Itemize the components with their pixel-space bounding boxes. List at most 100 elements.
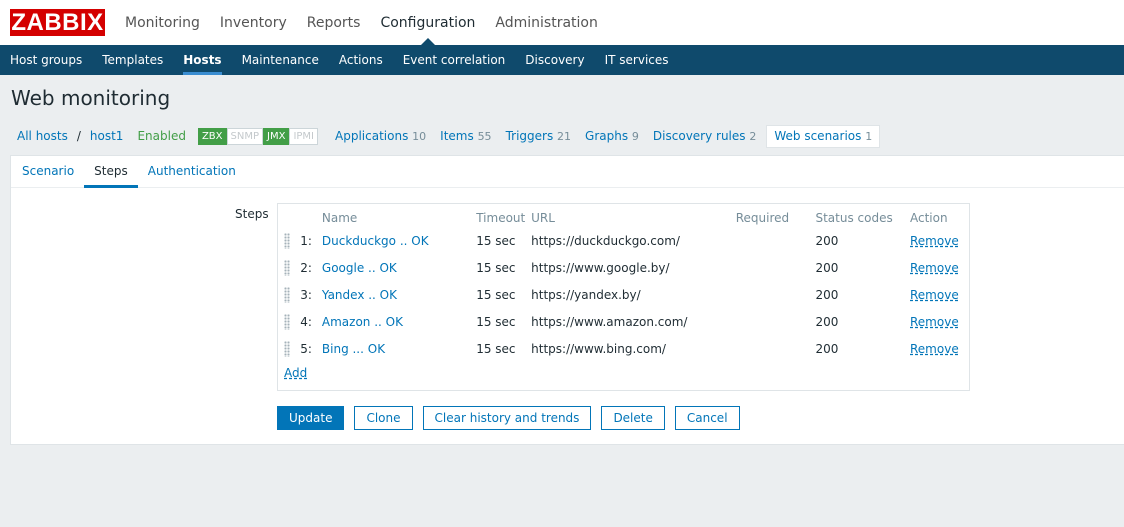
host-status[interactable]: Enabled: [130, 129, 198, 143]
remove-step-button[interactable]: Remove: [910, 234, 959, 248]
step-status-codes: 200: [815, 261, 839, 276]
steps-field-label: Steps: [235, 207, 269, 221]
top-bar: ZABBIX Monitoring Inventory Reports Conf…: [0, 0, 1124, 45]
step-status-codes: 200: [815, 314, 839, 329]
steps-header-row: Name Timeout URL Required Status codes A…: [278, 204, 969, 228]
step-required: [736, 228, 816, 255]
submenu-it-services[interactable]: IT services: [595, 45, 679, 75]
graphs-count: 9: [631, 129, 639, 143]
update-button[interactable]: Update: [277, 406, 345, 430]
discovery-rules-label: Discovery rules: [652, 128, 746, 143]
cancel-button[interactable]: Cancel: [674, 406, 740, 430]
step-required: [736, 255, 816, 282]
number-column-header: [296, 204, 322, 228]
drag-handle-icon[interactable]: [284, 233, 290, 250]
step-url: https://duckduckgo.com/: [531, 234, 680, 249]
step-url: https://www.google.by/: [531, 261, 670, 276]
delete-button[interactable]: Delete: [601, 406, 665, 430]
step-required: [736, 308, 816, 335]
status-codes-column-header: Status codes: [815, 210, 893, 225]
submenu-event-correlation[interactable]: Event correlation: [393, 45, 516, 75]
step-name-link[interactable]: Amazon .. OK: [322, 315, 403, 329]
host-link[interactable]: host1: [83, 125, 131, 147]
snmp-badge: SNMP: [226, 127, 264, 145]
drag-handle-icon[interactable]: [284, 313, 290, 330]
applications-label: Applications: [335, 128, 409, 143]
ipmi-badge: IPMI: [289, 127, 319, 145]
table-row: 1: Duckduckgo .. OK 15 sec https://duckd…: [278, 228, 969, 255]
drag-handle-icon[interactable]: [284, 340, 290, 357]
main-menu-monitoring[interactable]: Monitoring: [115, 0, 210, 45]
triggers-link[interactable]: Triggers 21: [499, 125, 578, 148]
tab-authentication[interactable]: Authentication: [138, 156, 246, 187]
submenu-host-groups[interactable]: Host groups: [0, 45, 92, 75]
table-row: 5: Bing ... OK 15 sec https://www.bing.c…: [278, 335, 969, 362]
web-scenarios-label: Web scenarios: [774, 128, 862, 143]
step-required: [736, 282, 816, 309]
steps-table-container: Name Timeout URL Required Status codes A…: [277, 203, 970, 391]
table-row: 2: Google .. OK 15 sec https://www.googl…: [278, 255, 969, 282]
zabbix-logo[interactable]: ZABBIX: [10, 9, 105, 36]
web-scenarios-link[interactable]: Web scenarios 1: [766, 124, 881, 148]
add-step-button[interactable]: Add: [284, 366, 307, 380]
jmx-badge: JMX: [263, 127, 290, 145]
step-name-link[interactable]: Bing ... OK: [322, 342, 385, 356]
all-hosts-link[interactable]: All hosts: [10, 125, 75, 147]
form-panel: Scenario Steps Authentication Steps Name…: [10, 155, 1124, 445]
step-number: 3:: [300, 287, 312, 302]
submenu-templates[interactable]: Templates: [92, 45, 173, 75]
main-menu-inventory[interactable]: Inventory: [210, 0, 297, 45]
discovery-rules-count: 2: [749, 129, 757, 143]
step-timeout: 15 sec: [476, 287, 516, 302]
web-scenarios-count: 1: [865, 129, 873, 143]
table-row: 3: Yandex .. OK 15 sec https://yandex.by…: [278, 282, 969, 309]
name-column-header: Name: [321, 210, 358, 225]
remove-step-button[interactable]: Remove: [910, 261, 959, 275]
page-title: Web monitoring: [11, 86, 171, 110]
submenu-discovery[interactable]: Discovery: [515, 45, 594, 75]
main-menu-reports[interactable]: Reports: [297, 0, 371, 45]
step-url: https://www.amazon.com/: [531, 314, 688, 329]
tab-steps[interactable]: Steps: [84, 156, 138, 188]
action-column-header: Action: [910, 210, 948, 225]
main-menu-administration[interactable]: Administration: [485, 0, 607, 45]
step-name-link[interactable]: Yandex .. OK: [322, 288, 397, 302]
drag-handle-icon[interactable]: [284, 286, 290, 303]
steps-table: Name Timeout URL Required Status codes A…: [278, 204, 969, 362]
remove-step-button[interactable]: Remove: [910, 342, 959, 356]
drag-handle-icon[interactable]: [284, 260, 290, 277]
drag-column-header: [278, 204, 296, 228]
step-number: 5:: [300, 341, 312, 356]
remove-step-button[interactable]: Remove: [910, 288, 959, 302]
clear-history-button[interactable]: Clear history and trends: [422, 406, 592, 430]
submenu-hosts[interactable]: Hosts: [173, 45, 231, 75]
zbx-badge: ZBX: [197, 127, 227, 145]
clone-button[interactable]: Clone: [354, 406, 413, 430]
submenu-maintenance[interactable]: Maintenance: [232, 45, 329, 75]
step-name-link[interactable]: Duckduckgo .. OK: [322, 234, 429, 248]
step-number: 1:: [300, 234, 312, 249]
timeout-column-header: Timeout: [476, 210, 526, 225]
step-status-codes: 200: [815, 341, 839, 356]
step-timeout: 15 sec: [476, 341, 516, 356]
step-url: https://yandex.by/: [531, 287, 641, 302]
graphs-link[interactable]: Graphs 9: [578, 125, 646, 148]
availability-badges: ZBX SNMP JMX IPMI: [197, 127, 319, 145]
required-column-header: Required: [735, 210, 790, 225]
step-name-link[interactable]: Google .. OK: [322, 261, 397, 275]
step-url: https://www.bing.com/: [531, 341, 666, 356]
step-number: 2:: [300, 261, 312, 276]
breadcrumb-separator: /: [76, 129, 81, 143]
sub-menu: Host groups Templates Hosts Maintenance …: [0, 45, 1124, 75]
submenu-actions[interactable]: Actions: [329, 45, 393, 75]
graphs-label: Graphs: [585, 128, 629, 143]
table-row: 4: Amazon .. OK 15 sec https://www.amazo…: [278, 308, 969, 335]
discovery-rules-link[interactable]: Discovery rules 2: [646, 125, 763, 148]
items-link[interactable]: Items 55: [433, 125, 498, 148]
remove-step-button[interactable]: Remove: [910, 315, 959, 329]
main-menu-configuration[interactable]: Configuration: [370, 0, 485, 45]
applications-link[interactable]: Applications 10: [328, 125, 433, 148]
triggers-label: Triggers: [505, 128, 554, 143]
tab-scenario[interactable]: Scenario: [12, 156, 84, 187]
items-count: 55: [477, 129, 492, 143]
